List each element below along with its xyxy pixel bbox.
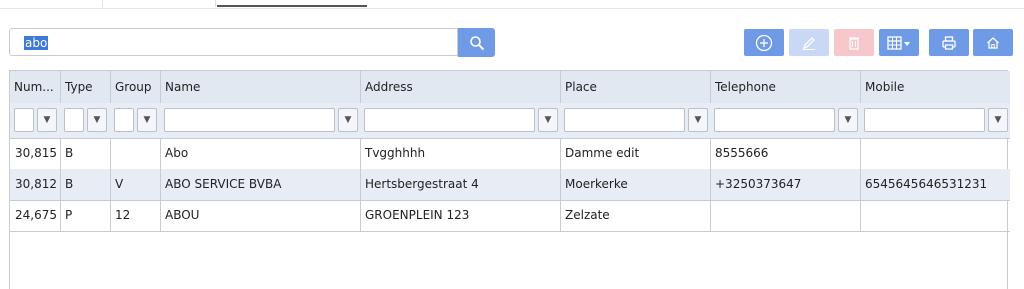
tab-active[interactable] — [217, 0, 367, 7]
home-button[interactable] — [973, 29, 1013, 56]
pencil-icon — [803, 36, 815, 50]
table-row[interactable]: 30,812 B V ABO SERVICE BVBA Hertsbergest… — [10, 169, 1010, 201]
chevron-down-icon: ▼ — [994, 115, 1002, 125]
cell-type: B — [61, 169, 111, 200]
cell-number: 24,675 — [10, 200, 61, 231]
filter-dropdown-type[interactable]: ▼ — [87, 108, 107, 132]
filter-input-name[interactable] — [164, 108, 335, 132]
filter-dropdown-mobile[interactable]: ▼ — [988, 108, 1008, 132]
search-input-value: abo — [24, 36, 49, 50]
cell-group — [111, 138, 161, 169]
tab-1[interactable] — [0, 0, 103, 7]
table-row[interactable]: 30,815 B Abo Tvgghhhh Damme edit 8555666 — [10, 138, 1010, 170]
cell-number: 30,815 — [10, 138, 61, 169]
cell-number: 30,812 — [10, 169, 61, 200]
filter-input-mobile[interactable] — [864, 108, 985, 132]
chevron-down-icon: ▼ — [43, 115, 51, 125]
cell-mobile: 6545645646531231 — [865, 177, 988, 191]
filter-input-address[interactable] — [364, 108, 535, 132]
filter-dropdown-telephone[interactable]: ▼ — [838, 108, 858, 132]
column-header-place[interactable]: Place — [561, 71, 711, 103]
filter-dropdown-name[interactable]: ▼ — [338, 108, 358, 132]
home-icon — [987, 36, 999, 49]
edit-button[interactable] — [789, 29, 829, 56]
search-input[interactable]: abo — [9, 28, 458, 56]
tab-strip — [0, 0, 1024, 9]
column-header-telephone[interactable]: Telephone — [711, 71, 861, 103]
cell-address: GROENPLEIN 123 — [361, 200, 561, 231]
columns-icon — [887, 35, 910, 50]
column-header-number[interactable]: Num... — [10, 71, 61, 103]
trash-icon — [849, 36, 859, 50]
chevron-down-icon: ▼ — [694, 115, 702, 125]
cell-telephone — [711, 200, 861, 231]
filter-dropdown-address[interactable]: ▼ — [538, 108, 558, 132]
chevron-down-icon: ▼ — [93, 115, 101, 125]
column-header-mobile[interactable]: Mobile — [861, 71, 1010, 103]
cell-place: Moerkerke — [561, 169, 711, 200]
plus-circle-icon — [755, 34, 773, 51]
filter-input-place[interactable] — [564, 108, 685, 132]
delete-button[interactable] — [834, 29, 874, 56]
cell-address: Tvgghhhh — [361, 138, 561, 169]
filter-input-telephone[interactable] — [714, 108, 835, 132]
search-icon — [469, 35, 484, 50]
column-header-type[interactable]: Type — [61, 71, 111, 103]
chevron-down-icon: ▼ — [143, 115, 151, 125]
column-header-name[interactable]: Name — [161, 71, 361, 103]
cell-type: B — [61, 138, 111, 169]
cell-mobile — [861, 200, 1010, 231]
filter-dropdown-place[interactable]: ▼ — [688, 108, 708, 132]
cell-name: Abo — [161, 138, 361, 169]
chevron-down-icon: ▼ — [844, 115, 852, 125]
grid-header: Num... Type Group Name Address Place Tel… — [10, 71, 1010, 104]
data-grid: Num... Type Group Name Address Place Tel… — [9, 70, 1010, 289]
chevron-down-icon: ▼ — [544, 115, 552, 125]
chevron-down-icon: ▼ — [344, 115, 352, 125]
cell-telephone: 8555666 — [711, 138, 861, 169]
cell-address: Hertsbergestraat 4 — [361, 169, 561, 200]
tab-2[interactable] — [103, 0, 216, 7]
filter-dropdown-group[interactable]: ▼ — [137, 108, 157, 132]
table-row[interactable]: 24,675 P 12 ABOU GROENPLEIN 123 Zelzate — [10, 200, 1010, 232]
cell-telephone: +3250373647 — [711, 169, 861, 200]
add-button[interactable] — [744, 29, 784, 56]
column-header-group[interactable]: Group — [111, 71, 161, 103]
cell-mobile — [861, 138, 1010, 169]
cell-group: 12 — [111, 200, 161, 231]
filter-input-number[interactable] — [14, 108, 34, 132]
cell-group: V — [111, 169, 161, 200]
print-button[interactable] — [929, 29, 969, 56]
filter-input-type[interactable] — [64, 108, 84, 132]
cell-type: P — [61, 200, 111, 231]
cell-place: Damme edit — [561, 138, 711, 169]
search-button[interactable] — [458, 28, 495, 57]
column-header-address[interactable]: Address — [361, 71, 561, 103]
print-icon — [942, 35, 956, 50]
cell-name: ABO SERVICE BVBA — [161, 169, 361, 200]
cell-name: ABOU — [161, 200, 361, 231]
columns-button[interactable] — [879, 29, 919, 56]
cell-place: Zelzate — [561, 200, 711, 231]
filter-input-group[interactable] — [114, 108, 134, 132]
filter-row: ▼ ▼ ▼ ▼ ▼ ▼ ▼ ▼ — [10, 103, 1010, 139]
filter-dropdown-number[interactable]: ▼ — [37, 108, 57, 132]
